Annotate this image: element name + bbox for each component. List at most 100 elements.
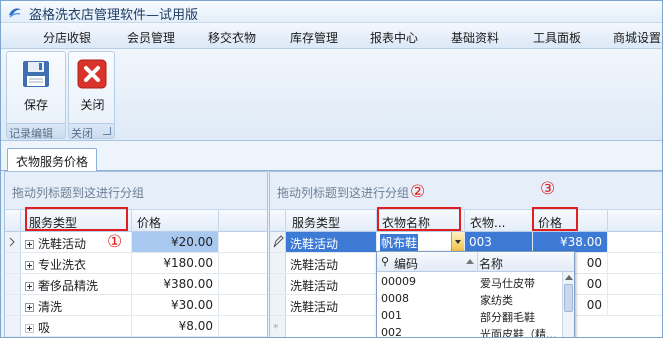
item-code: 002 [381, 326, 402, 338]
annotation-box-service-type [25, 207, 128, 231]
dropdown-item[interactable]: 001 部分翻毛鞋 [377, 307, 564, 324]
table-row[interactable]: 吸 ¥8.00 [5, 316, 267, 337]
group-by-panel[interactable]: 拖动列标题到这进行分组 [5, 172, 267, 210]
scroll-thumb[interactable] [564, 284, 573, 312]
item-name: 爱马仕皮带 [480, 277, 535, 290]
edit-pencil-icon [273, 235, 284, 248]
table-row[interactable]: 专业洗衣 ¥180.00 [5, 253, 267, 274]
menu-reports[interactable]: 报表中心 [370, 29, 418, 46]
service-type-text: 吸 [38, 321, 51, 335]
price-cell: ¥180.00 [132, 253, 219, 273]
dropdown-column-name[interactable]: 名称 [479, 255, 503, 272]
grid-header: 服务类型 衣物名称 衣物... 价格 [270, 210, 662, 232]
price-cell: ¥8.00 [132, 316, 219, 336]
annotation-marker-3: ③ [540, 179, 556, 199]
item-code: 0008 [381, 292, 409, 305]
row-indicator [5, 295, 21, 315]
menu-transfer-clothes[interactable]: 移交衣物 [208, 29, 256, 46]
expand-plus-icon[interactable] [25, 324, 34, 333]
dropdown-column-code[interactable]: 编码 [394, 255, 418, 272]
row-indicator [270, 274, 286, 294]
service-type-text: 专业洗衣 [38, 258, 87, 272]
annotation-marker-2: ② [410, 182, 426, 202]
app-logo-icon [9, 8, 21, 18]
item-name: 光面皮鞋（精... [480, 328, 557, 338]
service-type-cell: 奢侈品精洗 [21, 274, 132, 294]
price-cell: ¥20.00 [132, 232, 219, 252]
clothes-name-input-text[interactable]: 帆布鞋 [380, 234, 419, 251]
price-cell: ¥380.00 [132, 274, 219, 294]
group-by-hint: 拖动列标题到这进行分组 [277, 186, 410, 200]
floppy-disk-icon [23, 61, 49, 87]
app-window: 盗格洗衣店管理软件—试用版 分店收银 会员管理 移交衣物 库存管理 报表中心 基… [0, 0, 663, 338]
close-x-icon [77, 59, 107, 89]
service-type-text: 清洗 [38, 300, 63, 314]
dropdown-header: ⚲ 编码 名称 [377, 252, 574, 272]
close-button-label: 关闭 [80, 98, 105, 112]
table-row[interactable]: 清洗 ¥30.00 [5, 295, 267, 316]
annotation-box-price [532, 207, 578, 231]
service-type-cell: 清洗 [21, 295, 132, 315]
close-button[interactable]: 关闭 [69, 54, 117, 120]
ribbon-group-footer-close: 关闭 [69, 123, 114, 140]
row-indicator [270, 232, 286, 252]
header-indicator [5, 210, 21, 232]
save-button[interactable]: 保存 [12, 54, 60, 120]
ribbon-group-footer: 记录编辑 [7, 123, 65, 140]
service-type-cell: 吸 [21, 316, 132, 336]
item-name: 家纺类 [480, 294, 513, 307]
row-indicator [270, 253, 286, 273]
menu-member-management[interactable]: 会员管理 [127, 29, 175, 46]
menu-tools-panel[interactable]: 工具面板 [533, 29, 581, 46]
item-code: 001 [381, 309, 402, 322]
service-type-cell: 洗鞋活动 [286, 253, 377, 273]
ribbon-group-record-edit: 保存 记录编辑 [6, 51, 66, 140]
document-tab-strip: 衣物服务价格 [1, 141, 662, 171]
column-divider [477, 252, 478, 272]
table-row[interactable]: 洗鞋活动 帆布鞋 003 ¥38.00 [270, 232, 662, 253]
menu-mall-settings[interactable]: 商城设置 [613, 29, 661, 46]
table-row[interactable]: 洗鞋活动 ¥20.00 [5, 232, 267, 253]
expand-plus-icon[interactable] [25, 240, 34, 249]
column-header-clothes-code[interactable]: 衣物... [465, 210, 533, 232]
row-indicator [5, 274, 21, 294]
binoculars-icon[interactable]: ⚲ [381, 255, 389, 268]
clothes-code-cell: 003 [465, 232, 533, 252]
row-indicator [5, 316, 21, 336]
ribbon: 保存 记录编辑 关闭 关闭 [1, 49, 662, 141]
menu-inventory[interactable]: 库存管理 [290, 29, 338, 46]
column-header-price[interactable]: 价格 [132, 210, 219, 232]
table-row[interactable]: 奢侈品精洗 ¥380.00 [5, 274, 267, 295]
expand-plus-icon[interactable] [25, 303, 34, 312]
service-type-grid: 拖动列标题到这进行分组 服务类型 价格 洗鞋活动 ¥20.00 专业洗衣 ¥18… [4, 171, 268, 337]
clothes-name-dropdown[interactable]: ⚲ 编码 名称 00009 爱马仕皮带 0008 家纺类 001 部分翻毛鞋 0… [376, 251, 575, 338]
scroll-up-arrow-icon[interactable] [565, 275, 573, 280]
tab-clothes-service-price[interactable]: 衣物服务价格 [7, 148, 98, 171]
group-label-close: 关闭 [71, 127, 93, 140]
expand-plus-icon[interactable] [25, 282, 34, 291]
annotation-box-clothes-name [377, 207, 461, 231]
dropdown-item[interactable]: 0008 家纺类 [377, 290, 564, 307]
service-type-text: 奢侈品精洗 [38, 279, 99, 293]
dialog-launcher-icon[interactable] [103, 127, 111, 135]
row-indicator [5, 232, 21, 252]
new-row-asterisk-icon: ⁎ [273, 318, 279, 331]
menu-store-cashier[interactable]: 分店收银 [43, 29, 91, 46]
item-name: 部分翻毛鞋 [480, 311, 535, 324]
dropdown-arrow-icon[interactable] [451, 232, 464, 251]
expand-plus-icon[interactable] [25, 261, 34, 270]
menu-basic-data[interactable]: 基础资料 [451, 29, 499, 46]
price-cell: ¥30.00 [132, 295, 219, 315]
dropdown-scrollbar[interactable] [562, 272, 574, 337]
clothes-name-combo[interactable]: 帆布鞋 [377, 232, 465, 252]
item-code: 00009 [381, 275, 416, 288]
service-type-cell: 洗鞋活动 [286, 295, 377, 315]
group-label-record-edit: 记录编辑 [9, 127, 53, 140]
row-indicator: ⁎ [270, 316, 286, 337]
group-by-panel[interactable]: 拖动列标题到这进行分组 [270, 172, 662, 210]
header-indicator [270, 210, 286, 232]
price-cell: ¥38.00 [533, 232, 608, 252]
dropdown-item[interactable]: 002 光面皮鞋（精... [377, 324, 564, 338]
dropdown-item[interactable]: 00009 爱马仕皮带 [377, 273, 564, 290]
column-header-service-type[interactable]: 服务类型 [286, 210, 377, 232]
